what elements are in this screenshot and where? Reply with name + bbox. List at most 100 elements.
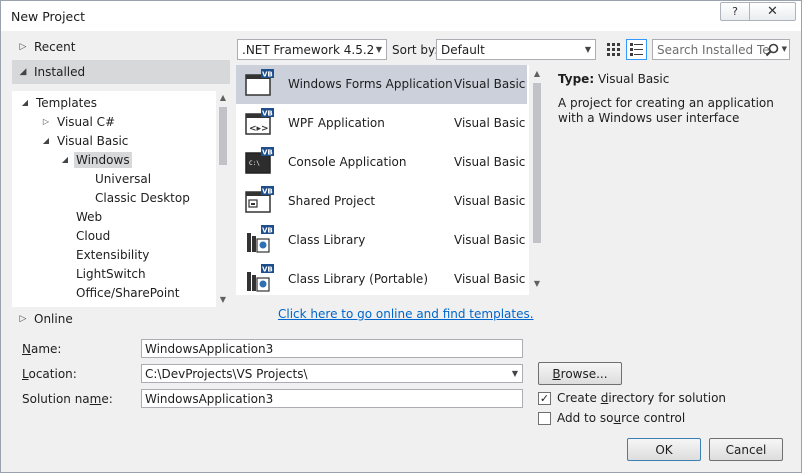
cancel-label: Cancel <box>725 442 767 457</box>
expand-arrow-icon[interactable]: ▷ <box>37 117 55 126</box>
svg-text:VB: VB <box>262 266 273 274</box>
tree-item-lightswitch[interactable]: LightSwitch <box>74 264 148 283</box>
tree-scrollbar[interactable]: ▲ ▼ <box>216 91 230 307</box>
chevron-down-icon[interactable]: ▼ <box>782 45 787 53</box>
project-name-value: WindowsApplication3 <box>145 341 274 356</box>
sort-dropdown[interactable]: Default ▼ <box>436 39 596 60</box>
tree-item-visual-csharp[interactable]: ▷ Visual C# <box>37 112 117 131</box>
tree-item-web[interactable]: Web <box>74 207 104 226</box>
nav-section-recent[interactable]: ▷ Recent <box>12 35 230 59</box>
name-label: Name: <box>22 342 62 356</box>
chevron-down-icon[interactable]: ▼ <box>512 369 518 378</box>
tree-item-office-sharepoint[interactable]: Office/SharePoint <box>74 283 182 302</box>
template-name: WPF Application <box>288 116 385 130</box>
scroll-up-icon[interactable]: ▲ <box>530 67 544 81</box>
list-view-button[interactable] <box>626 39 647 60</box>
tree-item-classic-desktop[interactable]: Classic Desktop <box>93 188 192 207</box>
collapse-arrow-icon[interactable]: ◢ <box>16 98 34 107</box>
type-label: Type: <box>558 72 595 86</box>
nav-section-label: Online <box>34 312 73 326</box>
location-label: Location: <box>22 367 77 381</box>
help-button[interactable]: ? <box>720 2 750 21</box>
expand-arrow-icon[interactable]: ▷ <box>12 42 34 52</box>
tree-item-label: Classic Desktop <box>95 190 190 205</box>
category-navigation: ▷ Recent ◢ Installed ◢ Templates ▷ Visua… <box>12 35 230 330</box>
template-language: Visual Basic <box>454 77 526 91</box>
framework-dropdown[interactable]: .NET Framework 4.5.2 ▼ <box>237 39 387 60</box>
tree-item-visual-basic[interactable]: ◢ Visual Basic <box>37 131 130 150</box>
scrollbar-thumb[interactable] <box>533 83 541 243</box>
chevron-down-icon: ▼ <box>584 45 591 54</box>
help-icon: ? <box>732 5 738 18</box>
tree-item-windows[interactable]: ◢ Windows <box>56 150 132 169</box>
collapse-arrow-icon[interactable]: ◢ <box>12 67 34 77</box>
class-library-icon: VB <box>247 225 274 253</box>
tree-item-templates[interactable]: ◢ Templates <box>16 93 99 112</box>
add-source-control-checkbox[interactable]: Add to source control <box>538 411 685 425</box>
template-name: Class Library (Portable) <box>288 272 428 286</box>
tree-item-label: Office/SharePoint <box>76 285 180 300</box>
scrollbar-thumb[interactable] <box>219 107 227 165</box>
template-category-tree: ◢ Templates ▷ Visual C# ◢ Visual Basic ◢… <box>12 91 216 307</box>
dialog-title: New Project <box>11 9 86 24</box>
search-installed-templates-input[interactable]: Search Installed Te ▼ <box>652 39 790 60</box>
templates-scrollbar[interactable]: ▲ ▼ <box>529 65 545 295</box>
template-item-shared-project[interactable]: VB Shared Project Visual Basic <box>236 182 527 221</box>
empty-checkbox-icon[interactable] <box>538 411 551 425</box>
solution-name-label: Solution name: <box>22 392 113 406</box>
cancel-button[interactable]: Cancel <box>709 438 783 461</box>
scroll-down-icon[interactable]: ▼ <box>530 277 544 291</box>
tree-item-label: LightSwitch <box>76 266 146 281</box>
svg-text:C:\: C:\ <box>249 160 260 167</box>
location-field[interactable]: C:\DevProjects\VS Projects\ ▼ <box>141 364 523 383</box>
type-value: Visual Basic <box>597 72 670 86</box>
template-language: Visual Basic <box>454 272 526 286</box>
checkmark-icon[interactable]: ✓ <box>538 391 551 405</box>
collapse-arrow-icon[interactable]: ◢ <box>56 155 74 164</box>
online-templates-link[interactable]: Click here to go online and find templat… <box>278 307 534 321</box>
template-item-class-library[interactable]: VB Class Library Visual Basic <box>236 221 527 260</box>
small-icons-view-button[interactable] <box>603 39 624 60</box>
template-item-console[interactable]: C:\ VB Console Application Visual Basic <box>236 143 527 182</box>
grid-view-icon <box>607 43 620 56</box>
create-directory-label: Create directory for solution <box>557 391 727 405</box>
create-directory-checkbox[interactable]: ✓ Create directory for solution <box>538 391 726 405</box>
browse-button[interactable]: Browse... <box>538 362 622 385</box>
template-name: Shared Project <box>288 194 376 208</box>
collapse-arrow-icon[interactable]: ◢ <box>37 136 55 145</box>
svg-text:VB: VB <box>262 149 273 157</box>
expand-arrow-icon[interactable]: ▷ <box>12 314 34 324</box>
scroll-down-icon[interactable]: ▼ <box>216 293 230 307</box>
ok-button[interactable]: OK <box>627 438 701 461</box>
template-name: Console Application <box>288 155 407 169</box>
solution-name-field[interactable]: WindowsApplication3 <box>141 389 523 408</box>
svg-text:<▸>: <▸> <box>249 124 269 134</box>
tree-item-label: Universal <box>95 171 152 186</box>
tree-item-label: Visual Basic <box>57 133 129 148</box>
template-item-class-library-portable[interactable]: VB Class Library (Portable) Visual Basic <box>236 260 527 295</box>
template-type: Type: Visual Basic <box>558 72 669 86</box>
template-language: Visual Basic <box>454 194 526 208</box>
tree-item-cloud[interactable]: Cloud <box>74 226 112 245</box>
nav-section-online[interactable]: ▷ Online <box>12 307 230 331</box>
svg-text:VB: VB <box>262 188 273 196</box>
scroll-up-icon[interactable]: ▲ <box>216 91 230 105</box>
nav-section-installed[interactable]: ◢ Installed <box>12 60 230 84</box>
tree-item-universal[interactable]: Universal <box>93 169 153 188</box>
search-icon[interactable] <box>765 43 779 57</box>
list-view-icon <box>630 43 643 56</box>
nav-section-label: Installed <box>34 65 86 79</box>
tree-item-extensibility[interactable]: Extensibility <box>74 245 151 264</box>
template-name: Class Library <box>288 233 366 247</box>
framework-value: .NET Framework 4.5.2 <box>242 42 375 57</box>
template-item-windows-forms[interactable]: VB Windows Forms Application Visual Basi… <box>236 65 527 104</box>
shared-project-icon: VB <box>245 186 274 213</box>
sort-by-label: Sort by: <box>392 43 439 57</box>
svg-text:VB: VB <box>262 110 273 118</box>
tree-item-label: Cloud <box>76 228 111 243</box>
project-name-field[interactable]: WindowsApplication3 <box>141 339 523 358</box>
template-item-wpf[interactable]: <▸> VB WPF Application Visual Basic <box>236 104 527 143</box>
template-description: A project for creating an application wi… <box>558 96 774 125</box>
templates-list: VB Windows Forms Application Visual Basi… <box>236 65 545 295</box>
close-button[interactable]: ✕ <box>749 2 796 21</box>
